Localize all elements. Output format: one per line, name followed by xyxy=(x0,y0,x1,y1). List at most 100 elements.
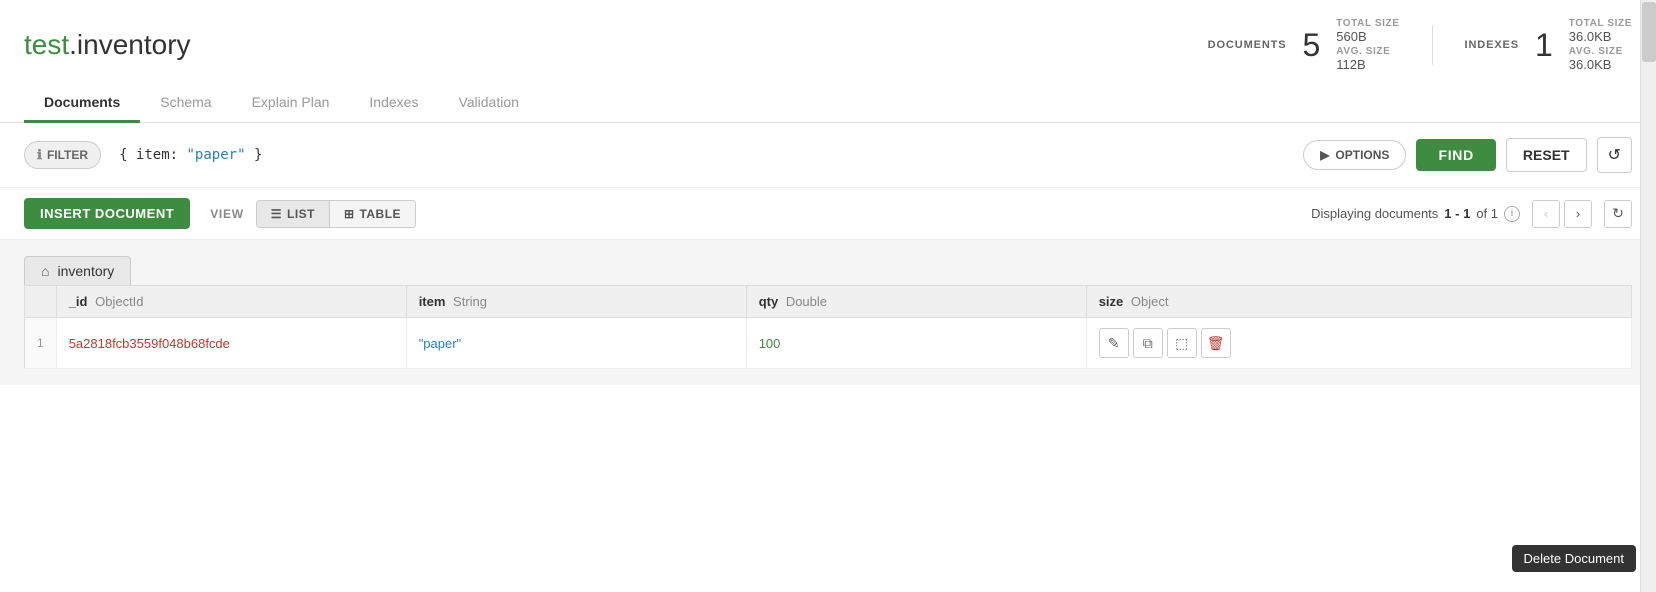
filter-input[interactable]: { item: "paper" } xyxy=(111,143,1293,167)
find-button[interactable]: FIND xyxy=(1416,139,1495,171)
cell-item: "paper" xyxy=(406,318,746,369)
documents-label: DOCUMENTS xyxy=(1208,39,1287,51)
info-icon: ℹ xyxy=(37,147,42,163)
stats-section: DOCUMENTS 5 TOTAL SIZE 560B AVG. SIZE 11… xyxy=(1208,18,1632,72)
row-number: 1 xyxy=(25,318,57,369)
indexes-label: INDEXES xyxy=(1465,39,1519,51)
filter-bar: ℹ FILTER { item: "paper" } ▶ OPTIONS FIN… xyxy=(0,123,1656,188)
tab-indexes[interactable]: Indexes xyxy=(349,84,438,123)
history-icon: ↺ xyxy=(1608,147,1621,164)
collection-name-title: inventory xyxy=(77,29,191,60)
db-name: test xyxy=(24,29,69,60)
tab-validation[interactable]: Validation xyxy=(438,84,538,123)
copy-icon: ⧉ xyxy=(1143,335,1153,352)
display-of: of 1 xyxy=(1476,206,1498,221)
refresh-button[interactable]: ↻ xyxy=(1604,200,1632,228)
avg-size-indexes: AVG. SIZE 36.0KB xyxy=(1569,46,1632,72)
col-header-num xyxy=(25,286,57,318)
total-size-indexes-value: 36.0KB xyxy=(1569,29,1632,44)
table-label: TABLE xyxy=(359,207,401,221)
copy-document-button[interactable]: ⧉ xyxy=(1133,328,1163,358)
filter-label: FILTER xyxy=(47,148,88,162)
qty-value: 100 xyxy=(759,336,781,351)
options-label: OPTIONS xyxy=(1335,148,1389,162)
header: test.inventory DOCUMENTS 5 TOTAL SIZE 56… xyxy=(0,0,1656,72)
reset-label: RESET xyxy=(1523,147,1570,163)
tab-documents[interactable]: Documents xyxy=(24,84,140,123)
avg-size-docs: AVG. SIZE 112B xyxy=(1336,46,1399,72)
list-view-button[interactable]: ☰ LIST xyxy=(257,201,330,227)
table-header-row: _id ObjectId item String qty Double size… xyxy=(25,286,1632,318)
avg-size-docs-value: 112B xyxy=(1336,57,1399,72)
scrollbar-thumb[interactable] xyxy=(1642,2,1656,62)
next-page-button[interactable]: › xyxy=(1564,200,1592,228)
avg-size-docs-label: AVG. SIZE xyxy=(1336,46,1399,57)
total-size-docs-label: TOTAL SIZE xyxy=(1336,18,1399,29)
col-header-size: size Object xyxy=(1086,286,1631,318)
cell-size: ✎ ⧉ ⬚ 🗑 xyxy=(1086,318,1631,369)
list-icon: ☰ xyxy=(271,207,282,221)
total-size-indexes-label: TOTAL SIZE xyxy=(1569,18,1632,29)
tooltip-container: Delete Document xyxy=(1512,545,1636,572)
refresh-icon: ↻ xyxy=(1612,205,1624,222)
documents-count: 5 xyxy=(1302,29,1320,61)
indexes-details: TOTAL SIZE 36.0KB AVG. SIZE 36.0KB xyxy=(1569,18,1632,72)
list-label: LIST xyxy=(287,207,315,221)
delete-document-button[interactable]: 🗑 xyxy=(1201,328,1231,358)
documents-table: _id ObjectId item String qty Double size… xyxy=(24,285,1632,369)
cell-qty: 100 xyxy=(746,318,1086,369)
avg-size-indexes-value: 36.0KB xyxy=(1569,57,1632,72)
clone-document-button[interactable]: ⬚ xyxy=(1167,328,1197,358)
table-icon: ⊞ xyxy=(344,207,355,221)
collection-header: ⌂ inventory xyxy=(24,256,131,285)
display-range: 1 - 1 xyxy=(1444,206,1470,221)
table-row: 1 5a2818fcb3559f048b68fcde "paper" 100 ✎ xyxy=(25,318,1632,369)
home-icon: ⌂ xyxy=(41,263,49,279)
reset-button[interactable]: RESET xyxy=(1506,138,1587,172)
total-size-docs: TOTAL SIZE 560B xyxy=(1336,18,1399,44)
db-collection-title: test.inventory xyxy=(24,29,191,61)
edit-document-button[interactable]: ✎ xyxy=(1099,328,1129,358)
documents-details: TOTAL SIZE 560B AVG. SIZE 112B xyxy=(1336,18,1399,72)
indexes-count: 1 xyxy=(1535,29,1553,61)
displaying-text: Displaying documents xyxy=(1311,206,1438,221)
table-area: ⌂ inventory _id ObjectId item String qty xyxy=(0,240,1656,385)
stats-divider xyxy=(1432,25,1433,65)
display-info: Displaying documents 1 - 1 of 1 i xyxy=(1311,206,1520,222)
col-header-id: _id ObjectId xyxy=(56,286,406,318)
tab-explain-plan[interactable]: Explain Plan xyxy=(232,84,350,123)
cell-id: 5a2818fcb3559f048b68fcde xyxy=(56,318,406,369)
insert-label: INSERT DOCUMENT xyxy=(40,206,174,221)
avg-size-indexes-label: AVG. SIZE xyxy=(1569,46,1632,57)
col-header-qty: qty Double xyxy=(746,286,1086,318)
item-value: "paper" xyxy=(419,336,461,351)
total-size-docs-value: 560B xyxy=(1336,29,1399,44)
table-view-button[interactable]: ⊞ TABLE xyxy=(330,201,415,227)
pencil-icon: ✎ xyxy=(1108,335,1120,352)
oid-value: 5a2818fcb3559f048b68fcde xyxy=(69,336,230,351)
total-size-indexes: TOTAL SIZE 36.0KB xyxy=(1569,18,1632,44)
document-toolbar: INSERT DOCUMENT VIEW ☰ LIST ⊞ TABLE Disp… xyxy=(0,188,1656,240)
triangle-icon: ▶ xyxy=(1320,148,1329,162)
chevron-left-icon: ‹ xyxy=(1544,206,1548,221)
options-button[interactable]: ▶ OPTIONS xyxy=(1303,140,1406,170)
pagination-nav: ‹ › xyxy=(1532,200,1592,228)
trash-icon: 🗑 xyxy=(1207,335,1225,352)
scrollbar[interactable] xyxy=(1640,0,1656,592)
indexes-stat: INDEXES 1 TOTAL SIZE 36.0KB AVG. SIZE 36… xyxy=(1465,18,1632,72)
collection-header-name: inventory xyxy=(57,263,114,279)
prev-page-button[interactable]: ‹ xyxy=(1532,200,1560,228)
document-count-info-icon[interactable]: i xyxy=(1504,206,1520,222)
tab-schema[interactable]: Schema xyxy=(140,84,231,123)
view-label: VIEW xyxy=(210,207,244,221)
view-toggle: ☰ LIST ⊞ TABLE xyxy=(256,200,416,228)
clone-icon: ⬚ xyxy=(1175,335,1188,352)
chevron-right-icon: › xyxy=(1576,206,1580,221)
history-button[interactable]: ↺ xyxy=(1597,137,1632,173)
insert-document-button[interactable]: INSERT DOCUMENT xyxy=(24,198,190,229)
filter-button[interactable]: ℹ FILTER xyxy=(24,141,101,169)
documents-stat: DOCUMENTS 5 TOTAL SIZE 560B AVG. SIZE 11… xyxy=(1208,18,1400,72)
tabs-bar: Documents Schema Explain Plan Indexes Va… xyxy=(0,84,1656,123)
find-label: FIND xyxy=(1438,147,1473,163)
col-header-item: item String xyxy=(406,286,746,318)
